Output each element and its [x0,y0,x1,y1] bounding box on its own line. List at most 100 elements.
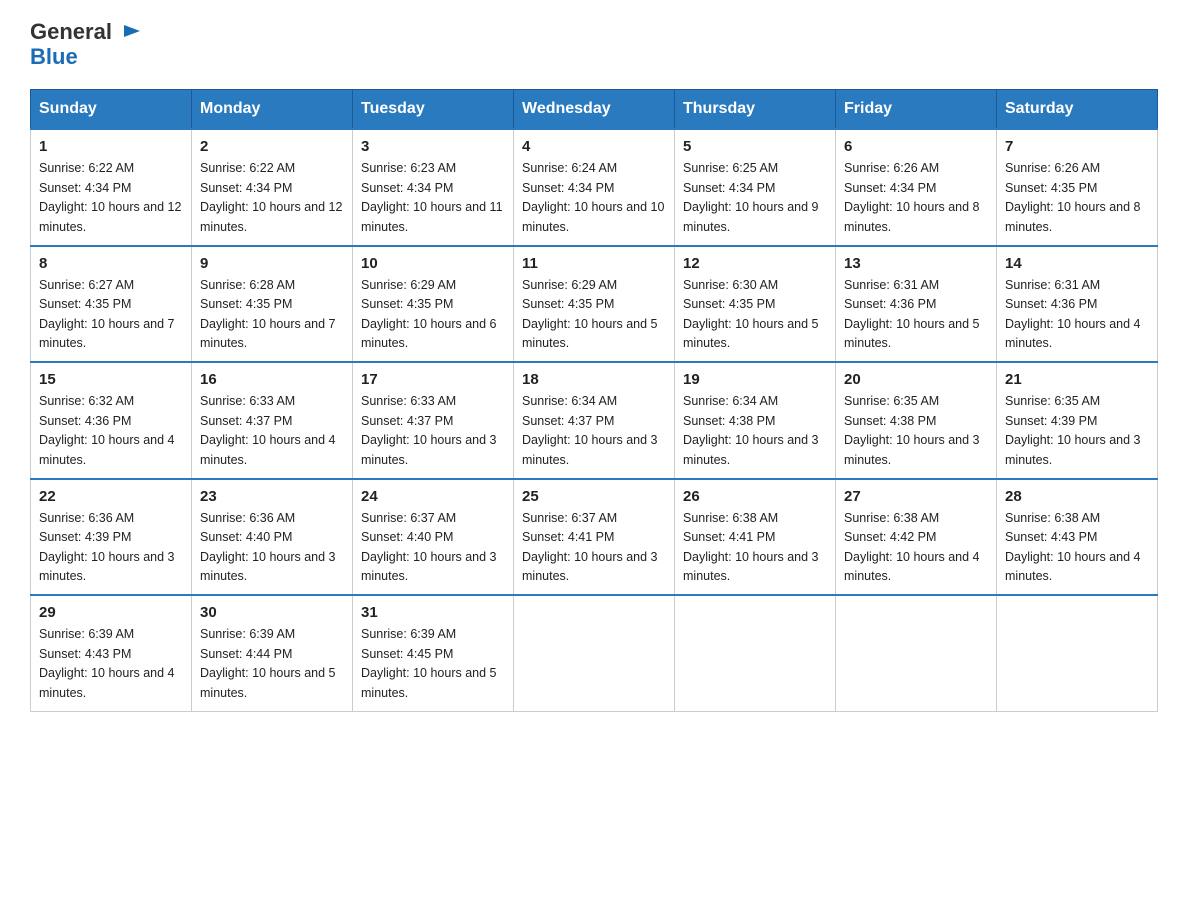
calendar-header-row: SundayMondayTuesdayWednesdayThursdayFrid… [31,90,1158,130]
calendar-cell: 15 Sunrise: 6:32 AM Sunset: 4:36 PM Dayl… [31,362,192,479]
day-number: 31 [361,604,505,621]
calendar-week-row: 8 Sunrise: 6:27 AM Sunset: 4:35 PM Dayli… [31,246,1158,363]
day-info: Sunrise: 6:37 AM Sunset: 4:40 PM Dayligh… [361,509,505,587]
calendar-cell: 18 Sunrise: 6:34 AM Sunset: 4:37 PM Dayl… [514,362,675,479]
weekday-header-saturday: Saturday [997,90,1158,130]
day-number: 15 [39,371,183,388]
day-info: Sunrise: 6:32 AM Sunset: 4:36 PM Dayligh… [39,392,183,470]
day-number: 24 [361,488,505,505]
day-number: 12 [683,255,827,272]
calendar-cell: 31 Sunrise: 6:39 AM Sunset: 4:45 PM Dayl… [353,595,514,711]
logo-flag-icon [120,21,144,45]
day-number: 21 [1005,371,1149,388]
day-number: 10 [361,255,505,272]
calendar-cell: 16 Sunrise: 6:33 AM Sunset: 4:37 PM Dayl… [192,362,353,479]
day-info: Sunrise: 6:39 AM Sunset: 4:44 PM Dayligh… [200,625,344,703]
day-number: 27 [844,488,988,505]
day-number: 18 [522,371,666,388]
day-number: 29 [39,604,183,621]
weekday-header-thursday: Thursday [675,90,836,130]
day-info: Sunrise: 6:31 AM Sunset: 4:36 PM Dayligh… [1005,276,1149,354]
day-number: 9 [200,255,344,272]
calendar-cell [514,595,675,711]
calendar-cell: 5 Sunrise: 6:25 AM Sunset: 4:34 PM Dayli… [675,129,836,246]
weekday-header-monday: Monday [192,90,353,130]
day-number: 17 [361,371,505,388]
day-info: Sunrise: 6:34 AM Sunset: 4:38 PM Dayligh… [683,392,827,470]
day-info: Sunrise: 6:30 AM Sunset: 4:35 PM Dayligh… [683,276,827,354]
day-info: Sunrise: 6:36 AM Sunset: 4:39 PM Dayligh… [39,509,183,587]
day-info: Sunrise: 6:25 AM Sunset: 4:34 PM Dayligh… [683,159,827,237]
logo-blue: Blue [30,44,78,69]
day-number: 5 [683,138,827,155]
calendar-week-row: 29 Sunrise: 6:39 AM Sunset: 4:43 PM Dayl… [31,595,1158,711]
calendar-cell: 30 Sunrise: 6:39 AM Sunset: 4:44 PM Dayl… [192,595,353,711]
day-info: Sunrise: 6:33 AM Sunset: 4:37 PM Dayligh… [200,392,344,470]
calendar-cell: 6 Sunrise: 6:26 AM Sunset: 4:34 PM Dayli… [836,129,997,246]
calendar-cell: 17 Sunrise: 6:33 AM Sunset: 4:37 PM Dayl… [353,362,514,479]
calendar-cell: 14 Sunrise: 6:31 AM Sunset: 4:36 PM Dayl… [997,246,1158,363]
day-info: Sunrise: 6:23 AM Sunset: 4:34 PM Dayligh… [361,159,505,237]
day-info: Sunrise: 6:33 AM Sunset: 4:37 PM Dayligh… [361,392,505,470]
day-info: Sunrise: 6:24 AM Sunset: 4:34 PM Dayligh… [522,159,666,237]
day-info: Sunrise: 6:27 AM Sunset: 4:35 PM Dayligh… [39,276,183,354]
weekday-header-tuesday: Tuesday [353,90,514,130]
day-number: 6 [844,138,988,155]
day-info: Sunrise: 6:38 AM Sunset: 4:43 PM Dayligh… [1005,509,1149,587]
day-info: Sunrise: 6:38 AM Sunset: 4:42 PM Dayligh… [844,509,988,587]
day-info: Sunrise: 6:39 AM Sunset: 4:45 PM Dayligh… [361,625,505,703]
calendar-table: SundayMondayTuesdayWednesdayThursdayFrid… [30,89,1158,712]
day-number: 11 [522,255,666,272]
calendar-cell: 22 Sunrise: 6:36 AM Sunset: 4:39 PM Dayl… [31,479,192,596]
calendar-cell: 29 Sunrise: 6:39 AM Sunset: 4:43 PM Dayl… [31,595,192,711]
calendar-week-row: 15 Sunrise: 6:32 AM Sunset: 4:36 PM Dayl… [31,362,1158,479]
calendar-cell: 1 Sunrise: 6:22 AM Sunset: 4:34 PM Dayli… [31,129,192,246]
day-info: Sunrise: 6:35 AM Sunset: 4:39 PM Dayligh… [1005,392,1149,470]
day-number: 28 [1005,488,1149,505]
calendar-cell: 20 Sunrise: 6:35 AM Sunset: 4:38 PM Dayl… [836,362,997,479]
day-number: 23 [200,488,344,505]
day-number: 16 [200,371,344,388]
day-number: 25 [522,488,666,505]
logo: General Blue [30,20,146,69]
day-number: 20 [844,371,988,388]
calendar-cell: 12 Sunrise: 6:30 AM Sunset: 4:35 PM Dayl… [675,246,836,363]
day-number: 8 [39,255,183,272]
day-info: Sunrise: 6:35 AM Sunset: 4:38 PM Dayligh… [844,392,988,470]
day-info: Sunrise: 6:37 AM Sunset: 4:41 PM Dayligh… [522,509,666,587]
calendar-cell [675,595,836,711]
weekday-header-sunday: Sunday [31,90,192,130]
day-number: 1 [39,138,183,155]
day-info: Sunrise: 6:34 AM Sunset: 4:37 PM Dayligh… [522,392,666,470]
calendar-week-row: 22 Sunrise: 6:36 AM Sunset: 4:39 PM Dayl… [31,479,1158,596]
day-number: 26 [683,488,827,505]
day-number: 2 [200,138,344,155]
day-number: 7 [1005,138,1149,155]
day-number: 4 [522,138,666,155]
day-info: Sunrise: 6:22 AM Sunset: 4:34 PM Dayligh… [200,159,344,237]
page-header: General Blue [30,20,1158,69]
calendar-cell: 26 Sunrise: 6:38 AM Sunset: 4:41 PM Dayl… [675,479,836,596]
calendar-cell: 25 Sunrise: 6:37 AM Sunset: 4:41 PM Dayl… [514,479,675,596]
weekday-header-wednesday: Wednesday [514,90,675,130]
calendar-week-row: 1 Sunrise: 6:22 AM Sunset: 4:34 PM Dayli… [31,129,1158,246]
weekday-header-friday: Friday [836,90,997,130]
calendar-cell: 3 Sunrise: 6:23 AM Sunset: 4:34 PM Dayli… [353,129,514,246]
calendar-cell: 9 Sunrise: 6:28 AM Sunset: 4:35 PM Dayli… [192,246,353,363]
day-info: Sunrise: 6:38 AM Sunset: 4:41 PM Dayligh… [683,509,827,587]
day-info: Sunrise: 6:26 AM Sunset: 4:34 PM Dayligh… [844,159,988,237]
calendar-cell: 27 Sunrise: 6:38 AM Sunset: 4:42 PM Dayl… [836,479,997,596]
calendar-cell: 28 Sunrise: 6:38 AM Sunset: 4:43 PM Dayl… [997,479,1158,596]
day-number: 3 [361,138,505,155]
day-info: Sunrise: 6:26 AM Sunset: 4:35 PM Dayligh… [1005,159,1149,237]
day-info: Sunrise: 6:31 AM Sunset: 4:36 PM Dayligh… [844,276,988,354]
calendar-cell: 11 Sunrise: 6:29 AM Sunset: 4:35 PM Dayl… [514,246,675,363]
day-info: Sunrise: 6:28 AM Sunset: 4:35 PM Dayligh… [200,276,344,354]
day-number: 13 [844,255,988,272]
calendar-cell: 8 Sunrise: 6:27 AM Sunset: 4:35 PM Dayli… [31,246,192,363]
day-number: 22 [39,488,183,505]
calendar-cell: 7 Sunrise: 6:26 AM Sunset: 4:35 PM Dayli… [997,129,1158,246]
calendar-cell [997,595,1158,711]
calendar-cell: 19 Sunrise: 6:34 AM Sunset: 4:38 PM Dayl… [675,362,836,479]
calendar-cell [836,595,997,711]
